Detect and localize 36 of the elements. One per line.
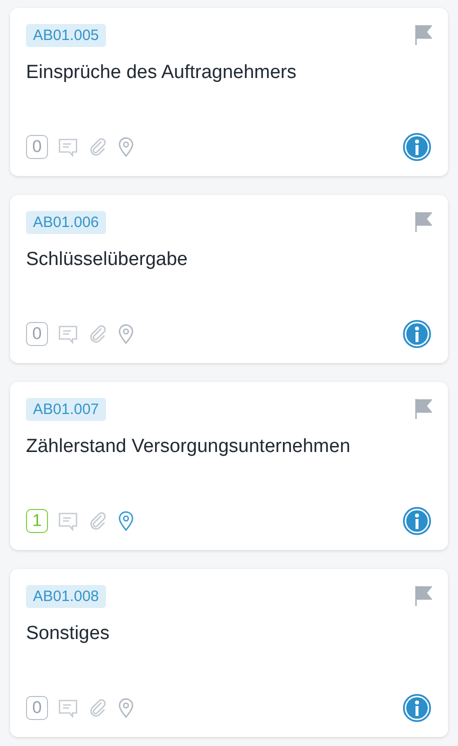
flag-icon[interactable] [414, 398, 432, 420]
paperclip-icon[interactable] [88, 137, 108, 157]
info-icon[interactable] [402, 319, 432, 349]
info-icon[interactable] [402, 693, 432, 723]
location-pin-icon[interactable] [118, 698, 134, 718]
location-pin-icon[interactable] [118, 137, 134, 157]
paperclip-icon[interactable] [88, 324, 108, 344]
info-icon[interactable] [402, 132, 432, 162]
count-badge: 0 [26, 696, 48, 720]
paperclip-icon[interactable] [88, 511, 108, 531]
comment-icon[interactable] [58, 324, 78, 344]
card-background[interactable]: AB01.007 Zählerstand Versorgungsunternehmen 1 [10, 382, 448, 550]
paperclip-icon[interactable] [88, 698, 108, 718]
card-title: Sonstiges [26, 623, 110, 645]
flag-icon[interactable] [414, 24, 432, 46]
count-badge: 0 [26, 322, 48, 346]
flag-icon[interactable] [414, 211, 432, 233]
card-background[interactable]: AB01.006 Schlüsselübergabe 0 [10, 195, 448, 363]
info-icon[interactable] [402, 506, 432, 536]
comment-icon[interactable] [58, 511, 78, 531]
card-title: Zählerstand Versorgungsunternehmen [26, 436, 352, 458]
code-tag: AB01.007 [26, 398, 106, 421]
card-background[interactable]: AB01.008 Sonstiges 0 [10, 569, 448, 737]
card-background[interactable]: AB01.005 Einsprüche des Auftragnehmers 0 [10, 8, 448, 176]
card-title: Einsprüche des Auftragnehmers [26, 62, 298, 84]
code-tag: AB01.008 [26, 585, 106, 608]
comment-icon[interactable] [58, 698, 78, 718]
location-pin-icon[interactable] [118, 511, 134, 531]
count-badge: 0 [26, 135, 48, 159]
code-tag: AB01.005 [26, 24, 106, 47]
count-badge: 1 [26, 509, 48, 533]
flag-icon[interactable] [414, 585, 432, 607]
code-tag: AB01.006 [26, 211, 106, 234]
comment-icon[interactable] [58, 137, 78, 157]
card-title: Schlüsselübergabe [26, 249, 189, 271]
location-pin-icon[interactable] [118, 324, 134, 344]
